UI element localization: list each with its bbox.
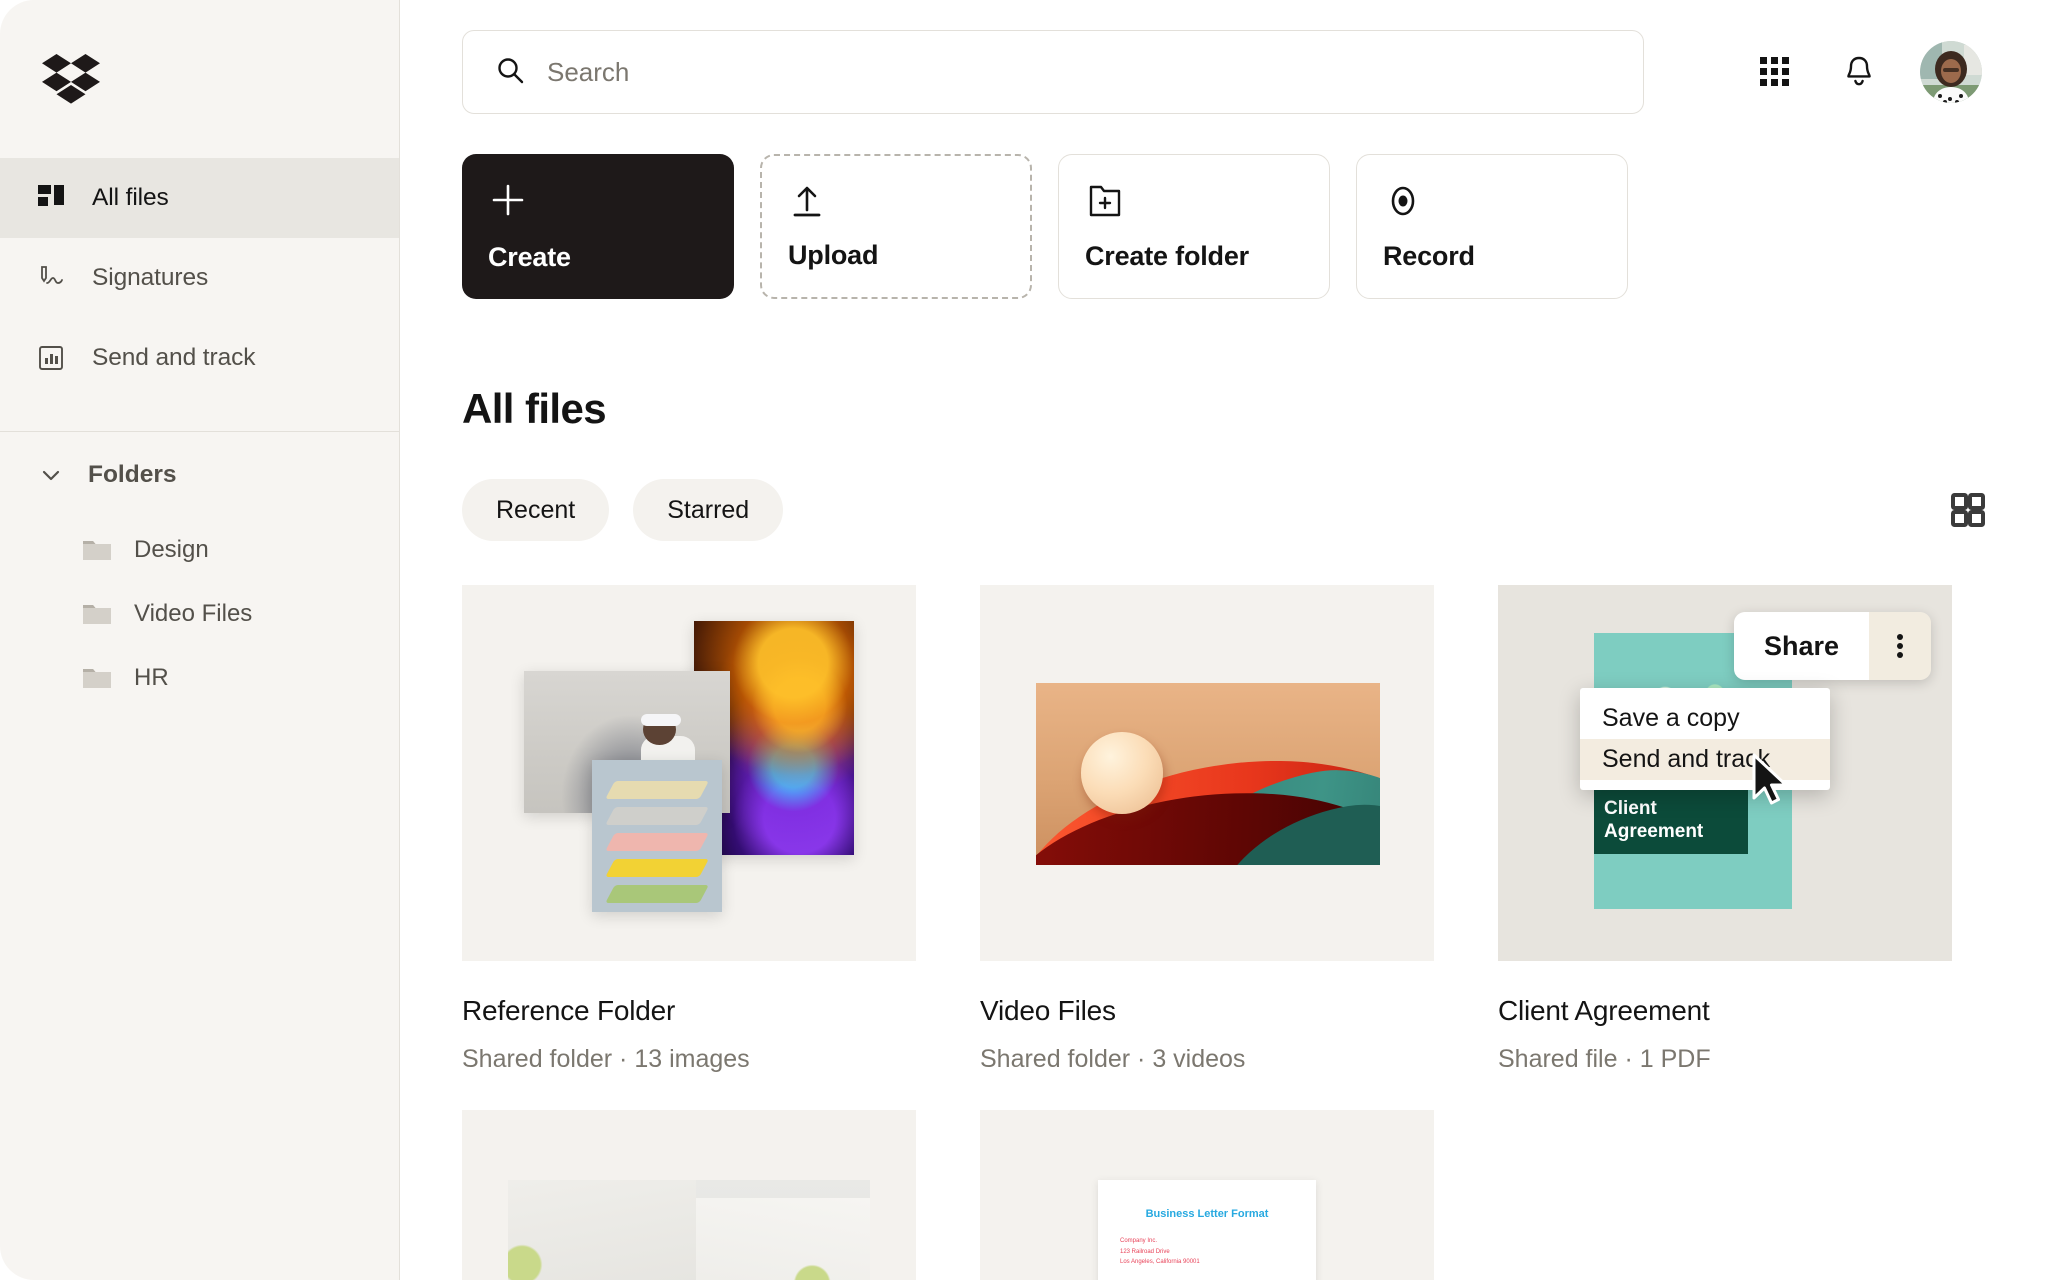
primary-nav: All files Signatures Send and track [0, 158, 399, 398]
thumb-image-business-letter: Business Letter Format Company Inc. 123 … [1098, 1180, 1316, 1280]
thumb-image-white-house [508, 1180, 870, 1280]
action-buttons-row: Create Upload Create folder Record [400, 114, 2048, 299]
folder-icon [82, 599, 112, 629]
search-bar[interactable] [462, 30, 1644, 114]
folder-plus-icon [1085, 179, 1303, 223]
send-and-track-icon [36, 343, 66, 373]
file-meta: Shared file · 1 PDF [1498, 1045, 1711, 1073]
sidebar-item-label: Signatures [92, 264, 209, 291]
context-menu: Save a copy Send and track [1580, 688, 1830, 790]
bell-icon[interactable] [1836, 49, 1882, 95]
filter-chip-recent[interactable]: Recent [462, 479, 610, 541]
file-title: Video Files [980, 995, 1116, 1026]
grid-apps-icon[interactable] [1752, 49, 1798, 95]
file-card-business-letter[interactable]: Business Letter Format Company Inc. 123 … [980, 1110, 1434, 1280]
dropbox-logo[interactable] [0, 0, 399, 158]
search-input[interactable] [547, 56, 1611, 88]
kebab-menu-icon[interactable] [1869, 612, 1932, 680]
thumb-image-layered-render [592, 760, 722, 912]
folder-label: Video Files [134, 600, 253, 627]
file-card-placeholder [1498, 1110, 1952, 1280]
main-content: Create Upload Create f [400, 0, 2048, 1280]
share-button[interactable]: Share [1734, 612, 1870, 680]
thumb-title-line-1: Client [1604, 798, 1657, 820]
create-folder-button[interactable]: Create folder [1058, 154, 1330, 299]
file-meta: Shared folder · 3 videos [980, 1045, 1246, 1073]
menu-item-send-and-track[interactable]: Send and track [1580, 739, 1830, 780]
sidebar-folder-hr[interactable]: HR [0, 646, 399, 710]
folders-section-toggle[interactable]: Folders [0, 432, 399, 518]
record-button[interactable]: Record [1356, 154, 1628, 299]
file-card-video-files[interactable]: Video Files Shared folder · 3 videos [980, 585, 1434, 1074]
top-bar-actions [1752, 41, 1992, 103]
file-card-house-photo[interactable] [462, 1110, 916, 1280]
file-grid: Reference Folder Shared folder · 13 imag… [400, 541, 2048, 1280]
thumb-title-band: Client Agreement [1594, 787, 1749, 854]
top-bar [400, 0, 2048, 114]
sidebar-folder-video-files[interactable]: Video Files [0, 582, 399, 646]
upload-button[interactable]: Upload [760, 154, 1032, 299]
search-icon [495, 55, 525, 90]
sidebar-item-label: All files [92, 184, 169, 211]
sidebar: All files Signatures Send and track Fold… [0, 0, 400, 1280]
reference-folder-thumbnail [462, 585, 916, 961]
dropbox-app-window: All files Signatures Send and track Fold… [0, 0, 2048, 1280]
signature-icon [36, 263, 66, 293]
client-agreement-thumbnail: Client Agreement Share Save a copy Send … [1498, 585, 1952, 961]
folders-section-title: Folders [88, 461, 177, 488]
upload-arrow-icon [788, 180, 1004, 224]
sidebar-item-send-and-track[interactable]: Send and track [0, 318, 399, 398]
folder-label: HR [134, 664, 169, 691]
filter-chip-starred[interactable]: Starred [633, 479, 784, 541]
record-circle-icon [1383, 179, 1601, 223]
file-card-reference-folder[interactable]: Reference Folder Shared folder · 13 imag… [462, 585, 916, 1074]
grid-view-icon[interactable] [1944, 486, 1992, 534]
business-letter-thumbnail: Business Letter Format Company Inc. 123 … [980, 1110, 1434, 1280]
file-card-client-agreement[interactable]: Client Agreement Share Save a copy Send … [1498, 585, 1952, 1074]
share-pill: Share [1734, 612, 1932, 680]
sidebar-item-all-files[interactable]: All files [0, 158, 399, 238]
file-meta: Shared folder · 13 images [462, 1045, 750, 1073]
menu-item-save-a-copy[interactable]: Save a copy [1580, 698, 1830, 739]
folder-icon [82, 535, 112, 565]
doc-address: Company Inc. 123 Railroad Drive Los Ange… [1120, 1238, 1200, 1265]
thumb-title-line-2: Agreement [1604, 820, 1704, 842]
upload-button-label: Upload [788, 240, 879, 270]
create-button[interactable]: Create [462, 154, 734, 299]
chevron-down-icon [36, 460, 66, 490]
sidebar-item-signatures[interactable]: Signatures [0, 238, 399, 318]
create-button-label: Create [488, 242, 571, 272]
house-photo-thumbnail [462, 1110, 916, 1280]
video-files-thumbnail [980, 585, 1434, 961]
plus-icon [488, 178, 708, 222]
record-button-label: Record [1383, 241, 1475, 271]
file-title: Reference Folder [462, 995, 676, 1026]
folder-icon [82, 663, 112, 693]
sidebar-folder-design[interactable]: Design [0, 518, 399, 582]
file-title: Client Agreement [1498, 995, 1710, 1026]
sidebar-item-label: Send and track [92, 344, 256, 371]
create-folder-button-label: Create folder [1085, 241, 1249, 271]
all-files-icon [36, 183, 66, 213]
page-title: All files [462, 385, 607, 432]
doc-heading: Business Letter Format [1145, 1208, 1269, 1220]
user-avatar[interactable] [1920, 41, 1982, 103]
folder-label: Design [134, 536, 209, 563]
filter-chips-row: Recent Starred [400, 433, 2048, 541]
thumb-image-abstract-waves [1036, 683, 1380, 865]
